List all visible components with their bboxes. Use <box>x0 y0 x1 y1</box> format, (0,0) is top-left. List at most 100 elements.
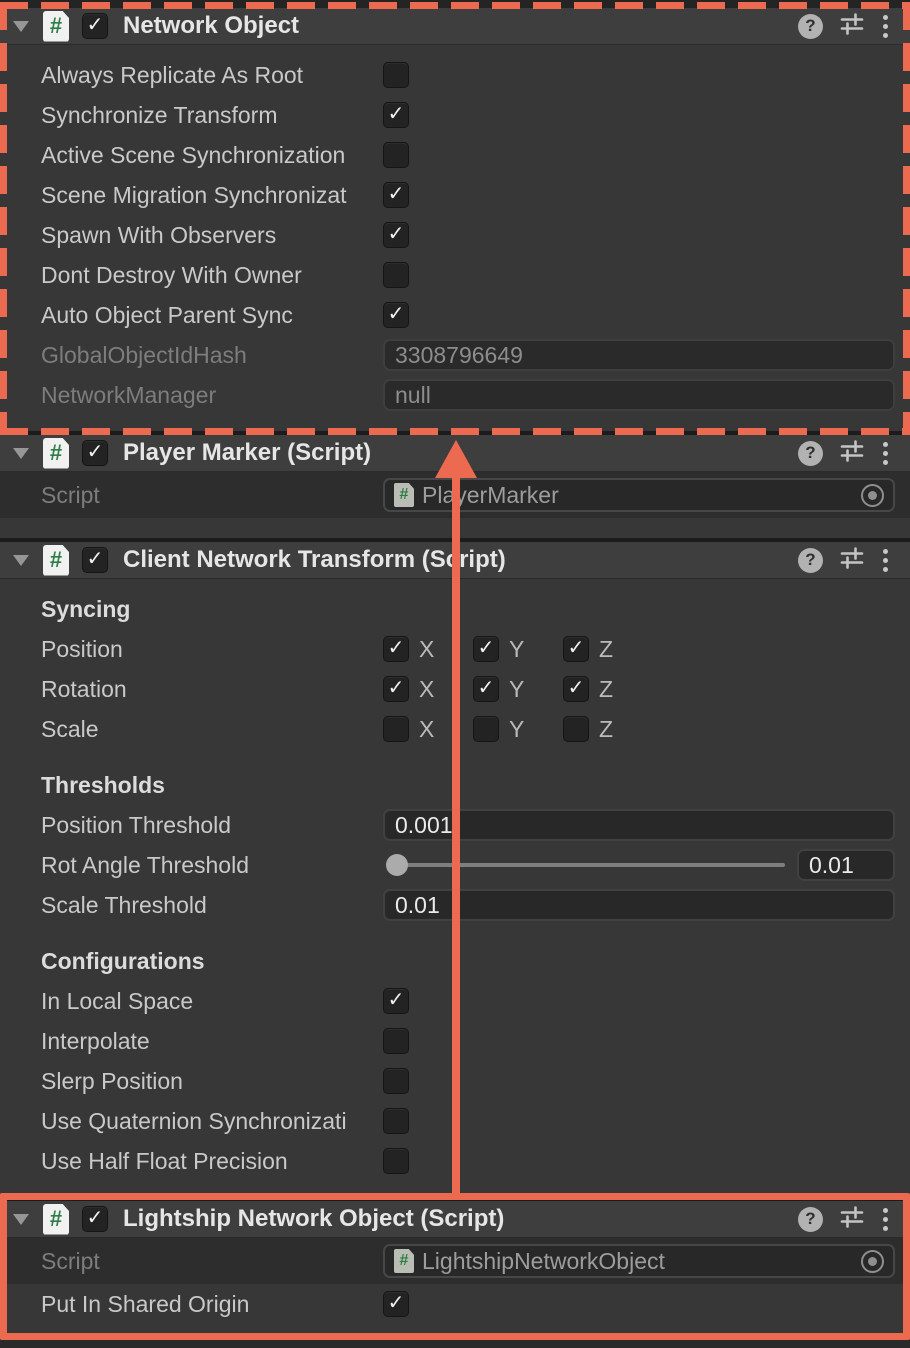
axis-checkbox[interactable]: ✓ <box>473 636 499 662</box>
axis-toggles: ✓X✓Y✓Z <box>383 629 653 669</box>
axis-checkbox[interactable]: ✓ <box>383 716 409 742</box>
object-field[interactable]: #LightshipNetworkObject <box>383 1244 895 1278</box>
property-label: Script <box>41 1248 383 1275</box>
axis-toggle: ✓Z <box>563 676 653 703</box>
hash-glyph: # <box>50 547 62 573</box>
header-icons: ? <box>798 545 890 576</box>
property-checkbox[interactable]: ✓ <box>383 222 409 248</box>
component-enable-checkbox[interactable]: ✓ <box>82 13 108 39</box>
help-icon[interactable]: ? <box>798 1207 823 1232</box>
axis-toggle: ✓Z <box>563 716 653 743</box>
text-field[interactable]: null <box>383 379 895 411</box>
help-icon[interactable]: ? <box>798 441 823 466</box>
foldout-arrow-icon[interactable] <box>13 448 29 459</box>
property-row: Use Quaternion Synchronizati✓ <box>0 1101 910 1141</box>
text-field[interactable]: 3308796649 <box>383 339 895 371</box>
object-field[interactable]: #PlayerMarker <box>383 478 895 512</box>
hash-glyph: # <box>400 1252 409 1270</box>
property-checkbox[interactable]: ✓ <box>383 102 409 128</box>
foldout-arrow-icon[interactable] <box>13 1214 29 1225</box>
check-icon: ✓ <box>388 304 405 324</box>
check-icon: ✓ <box>388 224 405 244</box>
slider-handle[interactable] <box>386 854 408 876</box>
slider-track[interactable] <box>390 863 785 867</box>
more-menu-icon[interactable] <box>881 13 890 40</box>
axis-checkbox[interactable]: ✓ <box>563 676 589 702</box>
component-enable-checkbox[interactable]: ✓ <box>82 1206 108 1232</box>
axis-label: X <box>419 716 434 743</box>
property-label: Use Quaternion Synchronizati <box>41 1108 383 1135</box>
component-enable-checkbox[interactable]: ✓ <box>82 440 108 466</box>
check-icon: ✓ <box>478 678 495 698</box>
property-row: Dont Destroy With Owner✓ <box>0 255 910 295</box>
foldout-arrow-icon[interactable] <box>13 21 29 32</box>
property-checkbox[interactable]: ✓ <box>383 988 409 1014</box>
csharp-script-icon: # <box>43 11 69 42</box>
axis-label: X <box>419 636 434 663</box>
axis-checkbox[interactable]: ✓ <box>383 636 409 662</box>
hash-glyph: # <box>400 486 409 504</box>
component-header: #✓Lightship Network Object (Script)? <box>0 1201 910 1238</box>
property-checkbox[interactable]: ✓ <box>383 1291 409 1317</box>
field-value: 0.001 <box>395 812 453 839</box>
help-icon[interactable]: ? <box>798 548 823 573</box>
property-checkbox[interactable]: ✓ <box>383 62 409 88</box>
property-checkbox[interactable]: ✓ <box>383 1068 409 1094</box>
axis-toggles: ✓X✓Y✓Z <box>383 669 653 709</box>
text-field[interactable]: 0.001 <box>383 809 895 841</box>
csharp-script-icon: # <box>394 1249 414 1273</box>
property-checkbox[interactable]: ✓ <box>383 1028 409 1054</box>
more-menu-icon[interactable] <box>881 547 890 574</box>
text-field[interactable]: 0.01 <box>383 889 895 921</box>
axis-checkbox[interactable]: ✓ <box>563 636 589 662</box>
more-menu-icon[interactable] <box>881 440 890 467</box>
check-icon: ✓ <box>388 990 405 1010</box>
row-spacer <box>0 749 910 765</box>
axis-toggle: ✓X <box>383 636 473 663</box>
header-icons: ? <box>798 1204 890 1235</box>
axis-toggle: ✓Y <box>473 716 563 743</box>
property-checkbox[interactable]: ✓ <box>383 262 409 288</box>
property-checkbox[interactable]: ✓ <box>383 302 409 328</box>
property-row: Interpolate✓ <box>0 1021 910 1061</box>
component-body: Script#PlayerMarker <box>0 472 910 538</box>
check-icon: ✓ <box>478 638 495 658</box>
property-row: Script#LightshipNetworkObject <box>0 1238 910 1284</box>
property-label: Active Scene Synchronization <box>41 142 383 169</box>
property-checkbox[interactable]: ✓ <box>383 1148 409 1174</box>
component-title: Lightship Network Object (Script) <box>123 1205 504 1233</box>
property-row: Scene Migration Synchronizat✓ <box>0 175 910 215</box>
header-icons: ? <box>798 11 890 42</box>
help-icon[interactable]: ? <box>798 14 823 39</box>
presets-icon[interactable] <box>839 1204 865 1235</box>
object-picker-icon[interactable] <box>861 484 884 507</box>
check-icon: ✓ <box>568 638 585 658</box>
axis-label: Y <box>509 716 524 743</box>
presets-icon[interactable] <box>839 438 865 469</box>
property-checkbox[interactable]: ✓ <box>383 182 409 208</box>
presets-icon[interactable] <box>839 11 865 42</box>
property-row: Auto Object Parent Sync✓ <box>0 295 910 335</box>
component-title: Player Marker (Script) <box>123 439 371 467</box>
foldout-arrow-icon[interactable] <box>13 555 29 566</box>
axis-checkbox[interactable]: ✓ <box>473 676 499 702</box>
property-row: Position✓X✓Y✓Z <box>0 629 910 669</box>
axis-label: X <box>419 676 434 703</box>
slider-value-field[interactable]: 0.01 <box>797 849 895 881</box>
component-lightship-network-object-script: # ✓ Lightship Network Object (Script)? Scri… <box>0 1201 910 1340</box>
property-row: Put In Shared Origin✓ <box>0 1284 910 1324</box>
axis-checkbox[interactable]: ✓ <box>383 676 409 702</box>
property-checkbox[interactable]: ✓ <box>383 1108 409 1134</box>
axis-checkbox[interactable]: ✓ <box>563 716 589 742</box>
component-body: SyncingPosition✓X✓Y✓ZRotation✓X✓Y✓ZScale… <box>0 579 910 1197</box>
field-value: 3308796649 <box>395 342 523 369</box>
hash-glyph: # <box>50 13 62 39</box>
object-picker-icon[interactable] <box>861 1250 884 1273</box>
component-enable-checkbox[interactable]: ✓ <box>82 547 108 573</box>
presets-icon[interactable] <box>839 545 865 576</box>
axis-checkbox[interactable]: ✓ <box>473 716 499 742</box>
property-label: Scale Threshold <box>41 892 383 919</box>
property-label: Put In Shared Origin <box>41 1291 383 1318</box>
more-menu-icon[interactable] <box>881 1206 890 1233</box>
property-checkbox[interactable]: ✓ <box>383 142 409 168</box>
